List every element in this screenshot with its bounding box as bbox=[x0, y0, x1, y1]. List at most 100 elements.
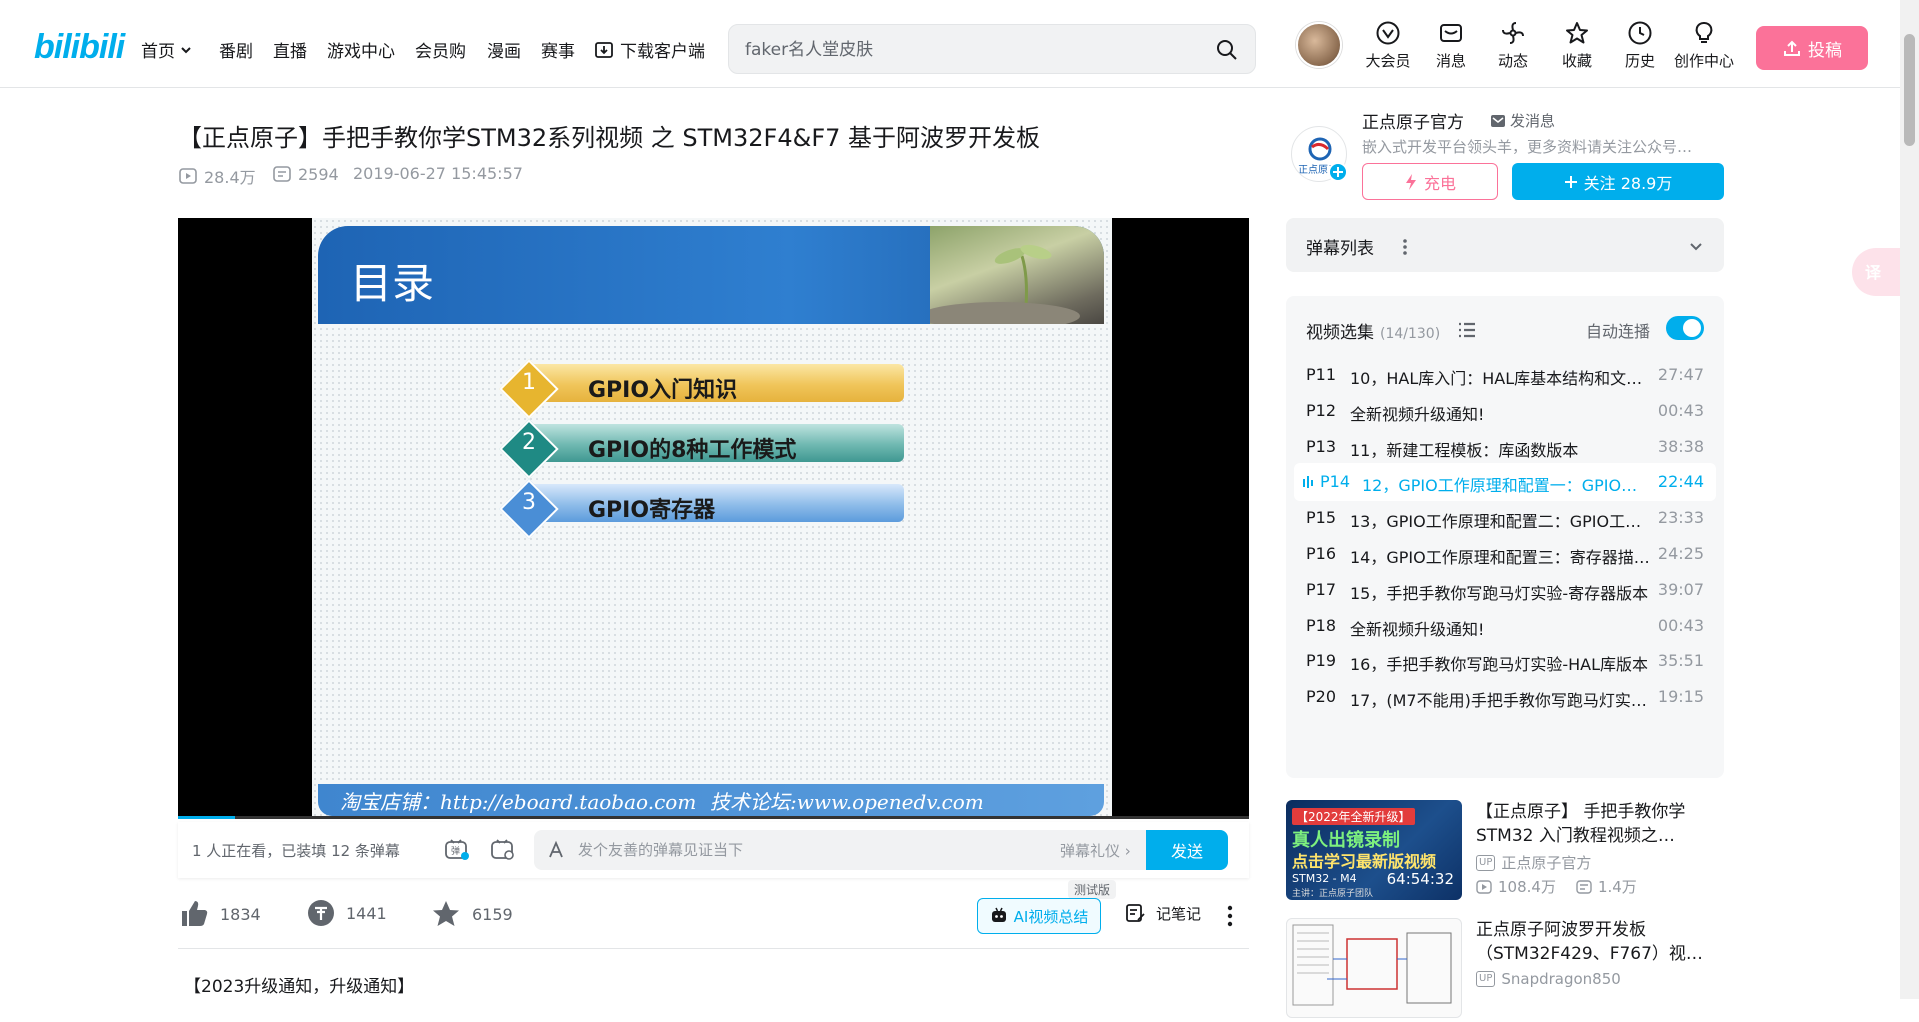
nav-mall[interactable]: 会员购 bbox=[415, 37, 466, 62]
slide-footer: 淘宝店铺：http://eboard.taobao.com 技术论坛:www.o… bbox=[318, 784, 1104, 816]
upload-icon bbox=[1784, 40, 1800, 56]
uploader-description: 嵌入式开发平台领头羊，更多资料请关注公众号… bbox=[1362, 138, 1693, 156]
translate-icon: 译 bbox=[1865, 263, 1882, 282]
danmaku-list-panel[interactable]: 弹幕列表 bbox=[1286, 218, 1724, 272]
danmaku-list-label: 弹幕列表 bbox=[1306, 239, 1374, 259]
video-progress-bar[interactable] bbox=[178, 816, 1249, 819]
nav-bangumi[interactable]: 番剧 bbox=[219, 37, 253, 62]
danmaku-count-icon bbox=[1576, 879, 1592, 894]
recommended-title-2[interactable]: 正点原子阿波罗开发板（STM32F429、F767）视… bbox=[1476, 918, 1724, 966]
nav-download-client[interactable]: 下载客户端 bbox=[594, 37, 705, 62]
creator-center-button[interactable]: 创作中心 bbox=[1674, 20, 1734, 72]
episode-title: 16，手把手教你写跑马灯实验-HAL库版本 bbox=[1350, 655, 1649, 675]
recommended-thumbnail-1[interactable]: 【2022年全新升级】 真人出镜录制 点击学习最新版视频 STM32 - M4 … bbox=[1286, 800, 1462, 900]
translate-float-button[interactable]: 译 bbox=[1852, 248, 1900, 296]
nav-home[interactable]: 首页 bbox=[141, 37, 193, 62]
recommended-uploader-2[interactable]: UP Snapdragon850 bbox=[1476, 970, 1621, 988]
episode-duration: 23:33 bbox=[1657, 508, 1704, 528]
video-description: 【2023升级通知，升级通知】 bbox=[184, 977, 415, 997]
test-version-badge: 测试版 bbox=[1068, 880, 1117, 899]
episode-number: P14 bbox=[1320, 472, 1351, 492]
favorite-video-button[interactable]: 6159 bbox=[430, 898, 513, 930]
episode-item[interactable]: P19 16，手把手教你写跑马灯实验-HAL库版本 35:51 bbox=[1294, 642, 1716, 680]
ai-summary-button[interactable]: AI视频总结 bbox=[977, 898, 1101, 934]
like-button[interactable]: 1834 bbox=[178, 898, 261, 930]
nav-manga[interactable]: 漫画 bbox=[487, 37, 521, 62]
nav-game-center[interactable]: 游戏中心 bbox=[327, 37, 395, 62]
episode-duration: 24:25 bbox=[1657, 544, 1704, 563]
episode-item[interactable]: P12 全新视频升级通知! 00:43 bbox=[1294, 392, 1716, 430]
episode-duration: 39:07 bbox=[1657, 579, 1704, 599]
more-icon[interactable] bbox=[1226, 904, 1234, 928]
recommended-video-2[interactable]: 正点原子阿波罗开发板（STM32F429、F767）视… UP Snapdrago… bbox=[1286, 918, 1726, 1022]
play-count-icon bbox=[179, 168, 197, 184]
vip-button[interactable]: 大会员 bbox=[1358, 20, 1418, 72]
autoplay-label: 自动连播 bbox=[1586, 322, 1651, 341]
episode-duration: 27:47 bbox=[1657, 365, 1704, 384]
episode-item[interactable]: P18 全新视频升级通知! 00:43 bbox=[1294, 607, 1716, 645]
upload-button[interactable]: 投稿 bbox=[1756, 26, 1868, 70]
bilibili-logo[interactable]: bilibili bbox=[34, 28, 125, 67]
view-count: 28.4万 bbox=[178, 164, 256, 188]
lightbulb-icon bbox=[1695, 22, 1713, 43]
episode-item[interactable]: P16 14，GPIO工作原理和配置三：寄存器描… 24:25 bbox=[1294, 535, 1716, 573]
nav-esports[interactable]: 赛事 bbox=[541, 37, 575, 62]
episode-number: P15 bbox=[1306, 508, 1337, 528]
send-message-button[interactable]: 发消息 bbox=[1490, 110, 1555, 131]
search-icon[interactable] bbox=[1215, 38, 1239, 62]
episode-duration: 35:51 bbox=[1657, 651, 1704, 671]
episode-item[interactable]: P13 11，新建工程模板：库函数版本 38:38 bbox=[1294, 428, 1716, 466]
sprout-image bbox=[920, 244, 1080, 324]
charge-button[interactable]: 充电 bbox=[1362, 163, 1498, 200]
follow-button[interactable]: 关注 28.9万 bbox=[1512, 163, 1724, 200]
notes-button[interactable]: 记笔记 bbox=[1124, 902, 1201, 924]
content-divider bbox=[178, 948, 1249, 949]
thumbs-up-icon bbox=[182, 901, 208, 926]
episode-duration: 38:38 bbox=[1657, 436, 1704, 456]
coin-button[interactable]: 1441 bbox=[306, 898, 387, 928]
message-button[interactable]: 消息 bbox=[1421, 20, 1481, 72]
episode-number: P11 bbox=[1306, 365, 1337, 384]
favorite-button[interactable]: 收藏 bbox=[1547, 20, 1607, 72]
recommended-title-1[interactable]: 【正点原子】 手把手教你学STM32 入门教程视频之… bbox=[1476, 800, 1724, 848]
video-frame: 目录 1 GPIO入门知识 2 GPIO的8种工作模式 3 GPIO寄存器 淘宝… bbox=[312, 218, 1112, 819]
danmaku-bar: 1 人正在看，已装填 12 条弹幕 弹 弹幕礼仪 › 发送 bbox=[178, 822, 1249, 878]
search-bar bbox=[728, 24, 1256, 74]
user-avatar[interactable] bbox=[1296, 22, 1342, 68]
svg-text:译: 译 bbox=[1865, 263, 1882, 282]
dynamic-button[interactable]: 动态 bbox=[1483, 20, 1543, 72]
chevron-down-icon[interactable] bbox=[1688, 238, 1704, 254]
danmaku-toggle-icon[interactable]: 弹 bbox=[444, 838, 470, 862]
page-scrollbar[interactable] bbox=[1900, 0, 1919, 999]
episode-title: 11，新建工程模板：库函数版本 bbox=[1350, 440, 1579, 460]
danmaku-etiquette-link[interactable]: 弹幕礼仪 › bbox=[1060, 840, 1131, 861]
episode-duration: 19:15 bbox=[1657, 687, 1704, 707]
scrollbar-thumb[interactable] bbox=[1904, 34, 1915, 146]
slide-footer-forum: 技术论坛:www.openedv.com bbox=[710, 790, 984, 814]
search-input[interactable] bbox=[745, 37, 1185, 63]
svg-text:弹: 弹 bbox=[451, 845, 460, 857]
danmaku-settings-icon[interactable] bbox=[490, 838, 516, 862]
episode-item[interactable]: P17 15，手把手教你写跑马灯实验-寄存器版本 39:07 bbox=[1294, 571, 1716, 609]
recommended-uploader-1[interactable]: UP 正点原子官方 bbox=[1476, 852, 1591, 873]
publish-date: 2019-06-27 15:45:57 bbox=[353, 164, 523, 183]
list-view-icon[interactable] bbox=[1458, 322, 1476, 338]
episode-item[interactable]: P15 13，GPIO工作原理和配置二：GPIO工作… 23:33 bbox=[1294, 499, 1716, 537]
episode-item-active[interactable]: P14 12，GPIO工作原理和配置一：GPIO基… 22:44 bbox=[1294, 463, 1716, 502]
nav-live[interactable]: 直播 bbox=[273, 37, 307, 62]
vip-icon bbox=[1376, 21, 1400, 45]
uploader-name[interactable]: 正点原子官方 bbox=[1362, 108, 1464, 133]
recommended-video-1[interactable]: 【2022年全新升级】 真人出镜录制 点击学习最新版视频 STM32 - M4 … bbox=[1286, 800, 1726, 904]
video-player[interactable]: 目录 1 GPIO入门知识 2 GPIO的8种工作模式 3 GPIO寄存器 淘宝… bbox=[178, 218, 1249, 819]
font-style-icon[interactable] bbox=[546, 840, 566, 860]
more-vertical-icon[interactable] bbox=[1402, 238, 1408, 256]
recommended-thumbnail-2[interactable] bbox=[1286, 918, 1462, 1018]
episode-item[interactable]: P20 17，(M7不能用)手把手教你写跑马灯实验… 19:15 bbox=[1294, 678, 1716, 716]
danmaku-send-button[interactable]: 发送 bbox=[1146, 830, 1228, 870]
episode-item[interactable]: P11 10，HAL库入门：HAL库基本结构和文件… 27:47 bbox=[1294, 356, 1716, 394]
autoplay-toggle[interactable] bbox=[1666, 316, 1704, 340]
clock-icon bbox=[1628, 21, 1652, 45]
danmaku-input[interactable] bbox=[578, 838, 1058, 862]
episode-title: 全新视频升级通知! bbox=[1350, 404, 1485, 424]
history-button[interactable]: 历史 bbox=[1610, 20, 1670, 72]
